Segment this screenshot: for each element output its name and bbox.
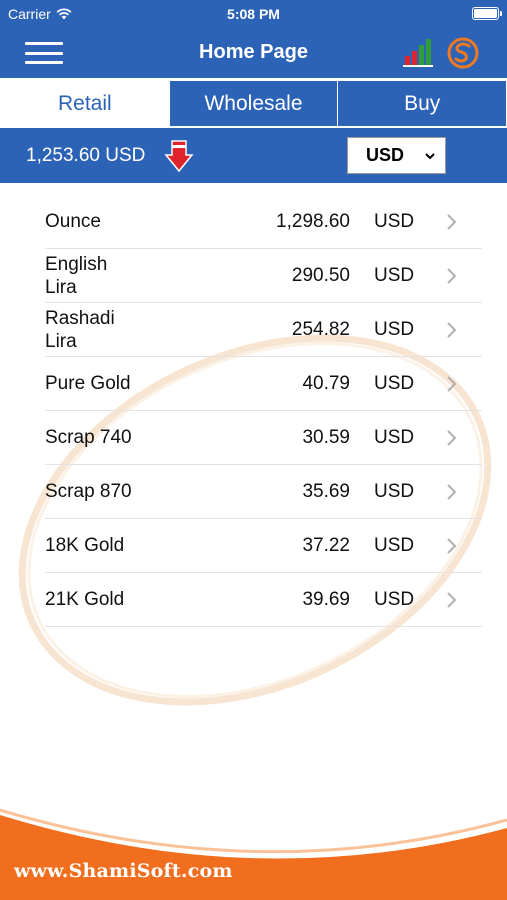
price-row-ounce[interactable]: Ounce 1,298.60 USD — [45, 195, 482, 249]
item-price: 35.69 — [302, 480, 350, 502]
item-price: 290.50 — [291, 264, 350, 286]
price-row-english-lira[interactable]: English Lira 290.50 USD — [45, 249, 482, 303]
item-name: Scrap 740 — [45, 427, 132, 448]
item-currency: USD — [374, 480, 415, 502]
item-name: Ounce — [45, 211, 101, 232]
chevron-right-icon — [445, 249, 457, 302]
chevron-right-icon — [445, 303, 457, 356]
price-row-pure-gold[interactable]: Pure Gold 40.79 USD — [45, 357, 482, 411]
item-name: Rashadi Lira — [45, 307, 115, 352]
spot-price: 1,253.60 USD — [26, 145, 146, 166]
price-row-21k-gold[interactable]: 21K Gold 39.69 USD — [45, 573, 482, 627]
chevron-right-icon — [445, 519, 457, 572]
item-price: 40.79 — [302, 372, 350, 394]
nav-bar: Home Page — [0, 28, 507, 78]
item-name: Scrap 870 — [45, 481, 132, 502]
item-price: 39.69 — [302, 588, 350, 610]
currency-select-value: USD — [366, 145, 405, 165]
item-currency: USD — [374, 210, 415, 232]
price-row-scrap-740[interactable]: Scrap 740 30.59 USD — [45, 411, 482, 465]
currency-select[interactable]: USD — [347, 137, 446, 174]
item-name: English Lira — [45, 253, 108, 298]
summary-bar: 1,253.60 USD USD — [0, 128, 507, 183]
chevron-right-icon — [445, 357, 457, 410]
tab-wholesale[interactable]: Wholesale — [168, 80, 338, 127]
item-currency: USD — [374, 426, 415, 448]
status-time: 5:08 PM — [227, 6, 280, 22]
item-price: 254.82 — [291, 318, 350, 340]
item-price: 37.22 — [302, 534, 350, 556]
item-price: 30.59 — [302, 426, 350, 448]
chevron-right-icon — [445, 573, 457, 626]
item-price: 1,298.60 — [276, 210, 350, 232]
chevron-right-icon — [445, 411, 457, 464]
item-name: 18K Gold — [45, 535, 125, 556]
chevron-down-icon — [425, 153, 435, 160]
item-currency: USD — [374, 318, 415, 340]
chart-icon[interactable] — [402, 36, 434, 68]
item-currency: USD — [374, 264, 415, 286]
item-currency: USD — [374, 588, 415, 610]
website-link[interactable]: www.ShamiSoft.com — [14, 860, 233, 882]
item-currency: USD — [374, 372, 415, 394]
chevron-right-icon — [445, 195, 457, 248]
item-name: Pure Gold — [45, 373, 131, 394]
price-row-18k-gold[interactable]: 18K Gold 37.22 USD — [45, 519, 482, 573]
battery-icon — [472, 7, 502, 20]
chevron-right-icon — [445, 465, 457, 518]
price-type-tabs: Retail Wholesale Buy — [0, 80, 507, 128]
item-name: 21K Gold — [45, 589, 125, 610]
tab-buy[interactable]: Buy — [337, 80, 507, 127]
price-row-rashadi-lira[interactable]: Rashadi Lira 254.82 USD — [45, 303, 482, 357]
footer-wave — [0, 808, 507, 900]
item-currency: USD — [374, 534, 415, 556]
tab-retail[interactable]: Retail — [0, 80, 169, 127]
price-list: Ounce 1,298.60 USD English Lira 290.50 U… — [45, 195, 482, 627]
shamisoft-logo-icon[interactable] — [446, 36, 480, 70]
status-bar: Carrier 5:08 PM — [0, 0, 507, 28]
down-arrow-icon — [164, 140, 194, 173]
price-row-scrap-870[interactable]: Scrap 870 35.69 USD — [45, 465, 482, 519]
